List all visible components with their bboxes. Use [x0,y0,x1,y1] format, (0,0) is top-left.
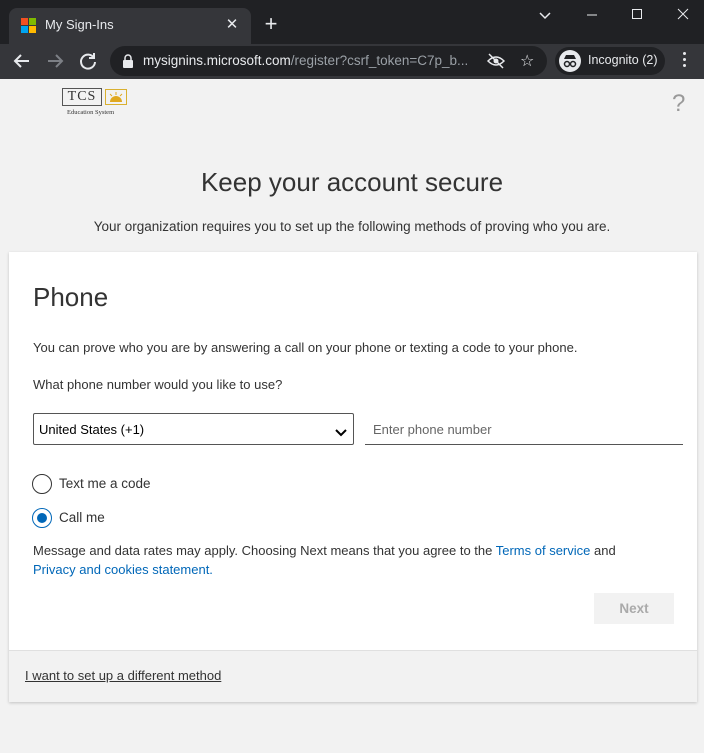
forward-arrow-icon[interactable] [43,49,67,73]
terms-of-service-link[interactable]: Terms of service [496,543,591,558]
card-description: You can prove who you are by answering a… [33,340,578,355]
lock-icon[interactable] [122,54,134,73]
browser-titlebar: My Sign-Ins ✕ + [0,0,704,44]
page-subtitle: Your organization requires you to set up… [93,219,611,234]
new-tab-icon[interactable]: + [260,13,282,35]
country-code-select[interactable]: United States (+1) [33,413,354,445]
tab-title: My Sign-Ins [45,17,114,32]
radio-label[interactable]: Text me a code [59,476,151,491]
browser-menu-icon[interactable] [678,52,690,70]
close-window-icon[interactable] [668,4,698,26]
radio-button-checked[interactable] [32,508,52,528]
next-button[interactable]: Next [594,593,674,624]
incognito-label: Incognito (2) [588,53,658,67]
help-icon[interactable]: ? [672,90,685,118]
tab-search-icon[interactable] [530,4,560,26]
url-text[interactable]: mysignins.microsoft.com/register?csrf_to… [143,53,477,68]
eye-off-icon[interactable] [486,52,506,75]
microsoft-logo-icon [21,18,37,34]
address-bar[interactable]: mysignins.microsoft.com/register?csrf_to… [110,46,547,76]
browser-tab[interactable]: My Sign-Ins ✕ [9,8,251,44]
sun-logo-icon [105,89,127,105]
incognito-icon [559,50,581,72]
legal-notice: Message and data rates may apply. Choosi… [33,541,673,579]
chevron-down-icon [335,424,347,442]
url-path: /register?csrf_token=C7p_b... [290,53,469,68]
legal-and: and [590,543,616,558]
tcs-logo: TCS Education System [62,88,134,120]
different-method-link[interactable]: I want to set up a different method [25,668,221,683]
url-host: mysignins.microsoft.com [143,53,291,68]
radio-label[interactable]: Call me [59,510,105,525]
back-arrow-icon[interactable] [10,49,34,73]
radio-button[interactable] [32,474,52,494]
phone-number-input[interactable]: Enter phone number [365,413,683,445]
phone-number-placeholder: Enter phone number [373,422,492,437]
phone-setup-card: Phone You can prove who you are by answe… [9,252,697,702]
phone-question: What phone number would you like to use? [33,377,283,392]
tab-close-icon[interactable]: ✕ [223,16,241,34]
legal-text: Message and data rates may apply. Choosi… [33,543,496,558]
page-header: TCS Education System ? [0,79,704,128]
card-title: Phone [33,282,109,312]
privacy-statement-link[interactable]: Privacy and cookies statement. [33,562,213,577]
logo-text: TCS [62,88,102,106]
card-footer: I want to set up a different method [9,650,697,702]
country-code-value: United States (+1) [39,422,145,437]
page-title: Keep your account secure [200,167,504,197]
bookmark-star-icon[interactable]: ☆ [520,51,534,71]
incognito-badge[interactable]: Incognito (2) [555,47,665,75]
reload-icon[interactable] [76,49,100,73]
logo-subtext: Education System [67,109,115,116]
browser-toolbar: mysignins.microsoft.com/register?csrf_to… [0,44,704,79]
minimize-icon[interactable] [577,4,607,26]
maximize-icon[interactable] [622,4,652,26]
